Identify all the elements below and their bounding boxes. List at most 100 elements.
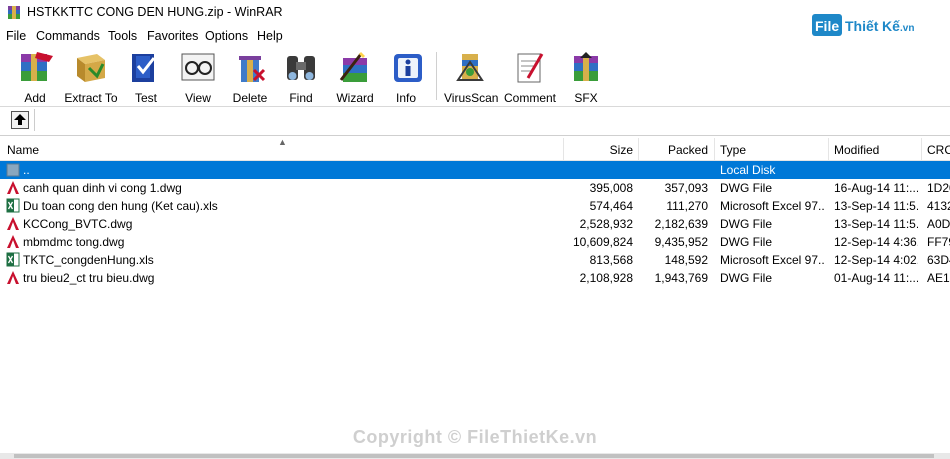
extract-icon [77,54,105,82]
file-size: 2,108,928 [579,271,633,285]
excel-file-icon [6,198,20,213]
winrar-app-icon[interactable] [6,5,22,21]
file-packed: 148,592 [664,253,708,267]
info-button[interactable]: Info [388,50,424,105]
find-binoculars-icon [287,56,315,80]
file-packed: 2,182,639 [654,217,708,231]
file-row[interactable]: TKTC_congdenHung.xls 813,568 148,592 Mic… [0,251,950,269]
file-row-parent[interactable]: .. Local Disk [0,161,950,179]
file-size: 2,528,932 [579,217,633,231]
add-button[interactable]: Add [12,50,58,105]
add-archive-icon [21,52,53,81]
scrollbar-thumb[interactable] [14,454,934,458]
extract-to-button[interactable]: Extract To [64,50,118,105]
file-row[interactable]: canh quan dinh vi cong 1.dwg 395,008 357… [0,179,950,197]
column-header-modified[interactable]: Modified [834,143,879,157]
file-name: Du toan cong den hung (Ket cau).xls [23,199,218,213]
view-button[interactable]: View [176,50,220,105]
file-packed: 9,435,952 [654,235,708,249]
test-icon [132,54,156,82]
column-headers: ▲ Name Size Packed Type Modified CRC [0,137,950,161]
file-crc: 1D20 [927,181,950,195]
dwg-file-icon [7,181,19,194]
dwg-file-icon [7,235,19,248]
file-packed: 1,943,769 [654,271,708,285]
delete-button[interactable]: Delete [229,50,271,105]
address-bar [0,107,950,136]
file-crc: FF79 [927,235,950,249]
file-modified: 12-Sep-14 4:02... [834,253,918,267]
file-row[interactable]: tru bieu2_ct tru bieu.dwg 2,108,928 1,94… [0,269,950,287]
file-size: 395,008 [589,181,633,195]
toolbar-separator [436,52,437,100]
file-crc: 4132 [927,199,950,213]
wizard-button[interactable]: Wizard [332,50,378,105]
file-type: Microsoft Excel 97... [720,253,824,267]
menu-help[interactable]: Help [257,29,283,43]
file-name: KCCong_BVTC.dwg [23,217,133,231]
file-modified: 01-Aug-14 11:... [834,271,918,285]
column-header-name[interactable]: Name [7,143,39,157]
parent-folder-icon [6,163,20,177]
menu-favorites[interactable]: Favorites [147,29,198,43]
file-modified: 12-Sep-14 4:36... [834,235,918,249]
address-field[interactable] [34,109,945,131]
file-row[interactable]: Du toan cong den hung (Ket cau).xls 574,… [0,197,950,215]
comment-button[interactable]: Comment [504,50,556,105]
file-name: .. [23,163,30,177]
window-title: HSTKKTTC CONG DEN HUNG.zip - WinRAR [27,5,283,19]
file-modified: 13-Sep-14 11:5... [834,199,918,213]
file-type: DWG File [720,271,772,285]
copyright-watermark: Copyright © FileThietKe.vn [352,427,598,447]
excel-file-icon [6,252,20,267]
file-type: Microsoft Excel 97... [720,199,824,213]
file-type: DWG File [720,181,772,195]
menu-tools[interactable]: Tools [108,29,137,43]
menu-commands[interactable]: Commands [36,29,100,43]
file-type: DWG File [720,235,772,249]
sfx-icon [574,52,598,81]
info-icon [394,54,422,82]
test-button[interactable]: Test [126,50,166,105]
file-crc: A0D [927,217,950,231]
file-packed: 111,270 [666,199,708,213]
file-type: DWG File [720,217,772,231]
file-list: ▲ Name Size Packed Type Modified CRC .. … [0,137,950,453]
column-divider[interactable] [828,138,829,160]
find-button[interactable]: Find [281,50,321,105]
column-header-size[interactable]: Size [566,143,633,157]
column-divider[interactable] [921,138,922,160]
menu-bar: File Commands Tools Favorites Options He… [0,27,950,46]
column-header-crc[interactable]: CRC [927,143,950,157]
horizontal-scrollbar[interactable] [0,453,950,459]
file-name: TKTC_congdenHung.xls [23,253,154,267]
virus-scan-button[interactable]: VirusScan [444,50,498,105]
dwg-file-icon [7,217,19,230]
column-header-type[interactable]: Type [720,143,746,157]
dwg-file-icon [7,271,19,284]
menu-options[interactable]: Options [205,29,248,43]
title-bar: HSTKKTTC CONG DEN HUNG.zip - WinRAR [0,0,950,26]
file-row[interactable]: KCCong_BVTC.dwg 2,528,932 2,182,639 DWG … [0,215,950,233]
view-icon [181,53,215,81]
up-one-level-button[interactable] [11,111,29,129]
file-size: 813,568 [589,253,633,267]
column-divider[interactable] [714,138,715,160]
file-crc: 63D4 [927,253,950,267]
up-arrow-icon [14,114,26,125]
column-divider[interactable] [638,138,639,160]
sort-ascending-icon: ▲ [278,137,287,147]
column-divider[interactable] [563,138,564,160]
file-name: tru bieu2_ct tru bieu.dwg [23,271,155,285]
toolbar: Add Extract To Test View Delete Find Wiz… [0,46,950,107]
delete-icon [239,56,266,82]
file-modified: 16-Aug-14 11:... [834,181,918,195]
column-header-packed[interactable]: Packed [641,143,708,157]
file-crc: AE18 [927,271,950,285]
file-modified: 13-Sep-14 11:5... [834,217,918,231]
file-name: mbmdmc tong.dwg [23,235,125,249]
file-row[interactable]: mbmdmc tong.dwg 10,609,824 9,435,952 DWG… [0,233,950,251]
sfx-button[interactable]: SFX [566,50,606,105]
menu-file[interactable]: File [6,29,26,43]
file-size: 10,609,824 [572,235,633,249]
